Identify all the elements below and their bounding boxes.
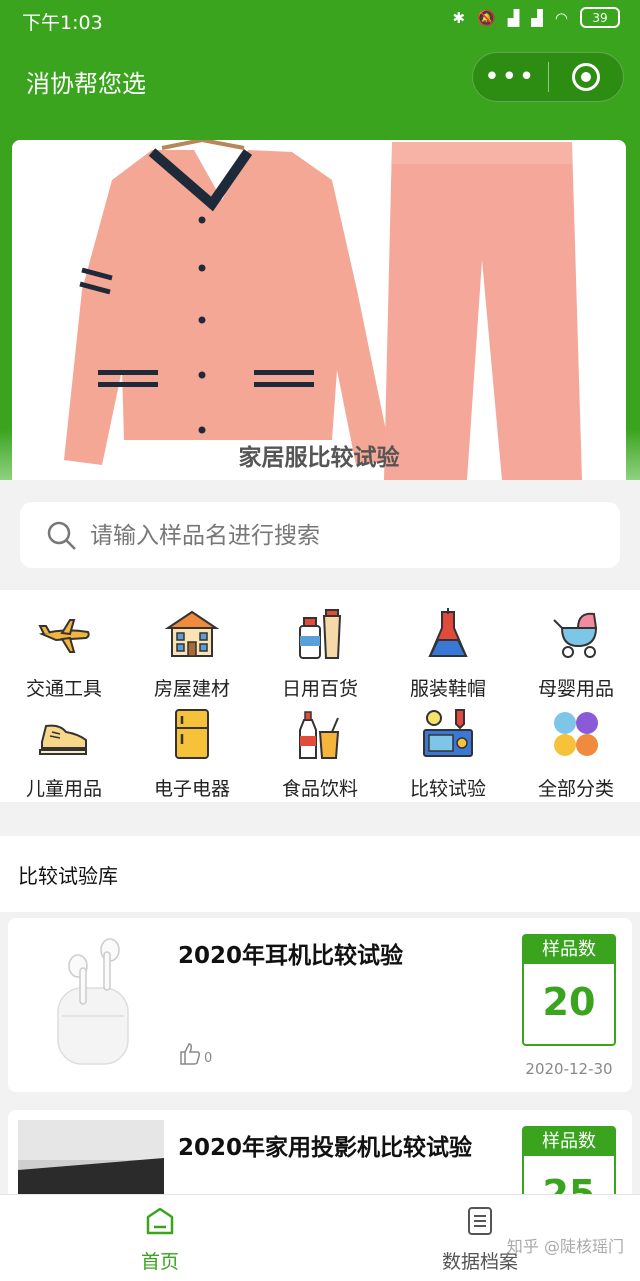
fridge-icon xyxy=(175,709,209,759)
category-comparison-tests[interactable]: 比较试验 xyxy=(384,698,512,800)
tab-label: 首页 xyxy=(140,1251,179,1273)
bluetooth-icon: ✱ xyxy=(452,8,466,27)
category-apparel[interactable]: 服装鞋帽 xyxy=(384,598,512,700)
category-maternity[interactable]: 母婴用品 xyxy=(512,598,640,700)
stroller-icon xyxy=(553,612,598,658)
like-button[interactable]: 0 xyxy=(178,1042,212,1066)
category-label: 儿童用品 xyxy=(25,778,102,800)
banner-carousel[interactable]: 家居服比较试验 xyxy=(12,140,626,480)
tab-home[interactable]: 首页 xyxy=(80,1205,240,1274)
home-icon xyxy=(146,1207,174,1235)
page-title: 消协帮您选 xyxy=(26,70,146,98)
dress-icon xyxy=(428,608,468,657)
category-label: 交通工具 xyxy=(25,678,102,700)
sample-count: 20 xyxy=(542,980,596,1024)
sample-count-badge: 样品数 20 xyxy=(522,934,616,1046)
banner-caption: 家居服比较试验 xyxy=(238,445,400,471)
category-food-drink[interactable]: 食品饮料 xyxy=(256,698,384,800)
library-header: 比较试验库 xyxy=(0,836,640,912)
category-label: 比较试验 xyxy=(409,778,486,800)
shoes-icon xyxy=(39,724,87,755)
category-label: 母婴用品 xyxy=(537,678,614,700)
bottom-tab-bar: 首页 数据档案 知乎 @陡核瑶门 xyxy=(0,1194,640,1281)
miniprogram-capsule: ••• xyxy=(472,52,624,102)
section-title: 比较试验库 xyxy=(18,864,118,888)
lab-icon xyxy=(423,709,473,757)
category-all[interactable]: 全部分类 xyxy=(512,698,640,800)
status-time: 下午1:03 xyxy=(22,12,103,34)
signal-icon: ▟ xyxy=(507,8,520,27)
target-icon xyxy=(571,63,600,91)
house-icon xyxy=(164,610,220,657)
app-header: 消协帮您选 ••• xyxy=(0,40,640,140)
search-bar[interactable] xyxy=(20,502,620,570)
search-icon xyxy=(47,521,76,550)
category-children[interactable]: 儿童用品 xyxy=(0,698,128,800)
document-icon xyxy=(468,1207,492,1235)
bottles-icon xyxy=(299,609,342,659)
category-label: 电子电器 xyxy=(153,778,230,800)
category-label: 服装鞋帽 xyxy=(409,678,486,700)
category-grid: 交通工具 房屋建材 日用百货 服装鞋帽 母婴用品 儿童用品 电子电器 食品饮料 … xyxy=(0,590,640,802)
battery-icon: 39 xyxy=(580,7,620,28)
search-input[interactable] xyxy=(88,502,612,570)
category-label: 食品饮料 xyxy=(281,778,358,800)
category-transport[interactable]: 交通工具 xyxy=(0,598,128,700)
wifi-icon: ◠ xyxy=(554,8,568,27)
category-label: 房屋建材 xyxy=(153,678,230,700)
category-label: 日用百货 xyxy=(281,678,358,700)
close-miniprogram-button[interactable] xyxy=(549,63,624,91)
status-icons: ✱ 🔕 ▟ ▟ ◠ 39 xyxy=(453,7,620,28)
mute-bell-icon: 🔕 xyxy=(477,8,496,27)
search-section xyxy=(0,480,640,590)
badge-label: 样品数 xyxy=(524,1128,614,1156)
like-count: 0 xyxy=(204,1051,213,1066)
airplane-icon xyxy=(38,619,90,653)
signal-icon: ▟ xyxy=(531,8,543,27)
thumbs-up-icon xyxy=(180,1043,201,1065)
drinks-icon xyxy=(299,711,340,759)
category-housing[interactable]: 房屋建材 xyxy=(128,598,256,700)
test-date: 2020-12-30 xyxy=(525,1060,613,1078)
badge-label: 样品数 xyxy=(524,936,614,964)
test-title: 2020年家用投影机比较试验 xyxy=(178,1135,473,1161)
category-label: 全部分类 xyxy=(537,778,614,800)
pajama-product-image xyxy=(64,140,582,480)
status-bar: 下午1:03 ✱ 🔕 ▟ ▟ ◠ 39 xyxy=(0,0,640,40)
more-options-button[interactable]: ••• xyxy=(473,55,548,99)
earphones-image xyxy=(57,938,129,1065)
watermark: 知乎 @陡核瑶门 xyxy=(506,1237,624,1256)
test-card[interactable]: 2020年耳机比较试验 0 样品数 20 2020-12-30 xyxy=(8,918,632,1092)
category-daily-goods[interactable]: 日用百货 xyxy=(256,598,384,700)
category-electronics[interactable]: 电子电器 xyxy=(128,698,256,800)
grid-dots-icon xyxy=(554,712,598,756)
test-title: 2020年耳机比较试验 xyxy=(178,943,404,969)
